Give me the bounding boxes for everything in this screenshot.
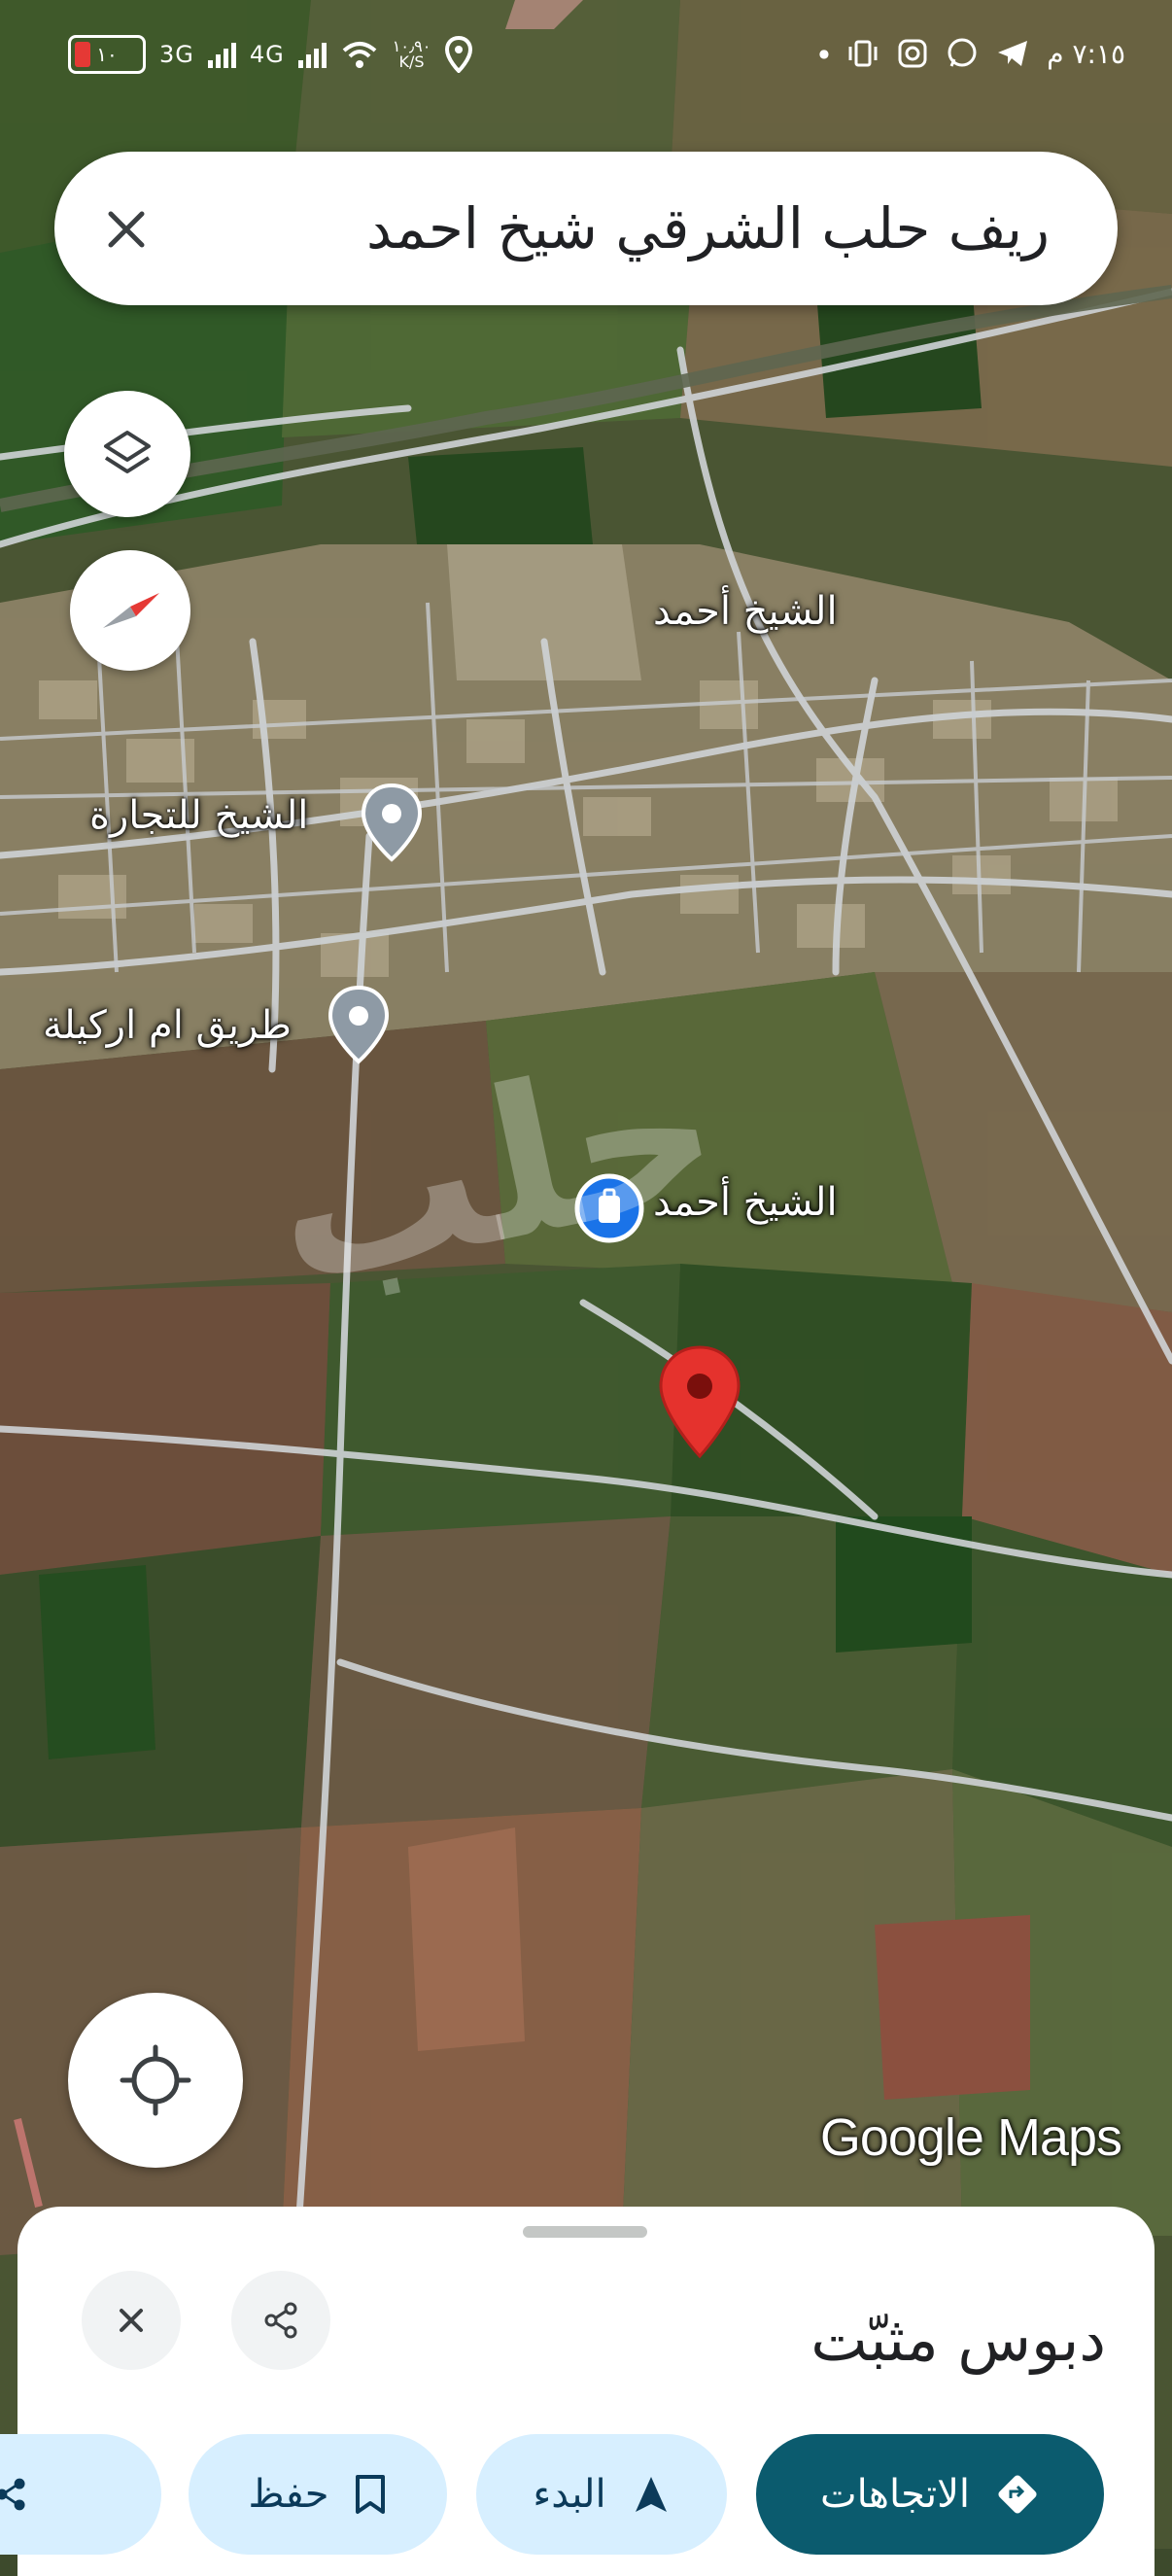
network-2-label: 4G — [249, 41, 285, 68]
map-label-road[interactable]: طريق ام اركيلة — [43, 1003, 292, 1048]
map-label-shop[interactable]: الشيخ للتجارة — [89, 793, 308, 838]
directions-icon — [998, 2475, 1037, 2514]
signal-1-icon — [207, 41, 236, 68]
signal-2-icon — [297, 41, 327, 68]
layers-icon — [104, 431, 151, 473]
close-sheet-button[interactable] — [82, 2271, 181, 2370]
whatsapp-icon — [948, 38, 977, 67]
compass-button[interactable] — [70, 550, 190, 671]
bookmark-icon — [356, 2475, 386, 2514]
clear-search-icon[interactable] — [97, 200, 155, 259]
battery-level: ١٠ — [96, 43, 118, 66]
google-maps-attribution: Google Maps — [819, 2108, 1122, 2167]
clock: ٧:١٥ م — [1047, 37, 1125, 70]
search-query[interactable]: ريف حلب الشرقي شيخ احمد — [366, 152, 1050, 305]
layers-button[interactable] — [64, 391, 190, 517]
share-sheet-button[interactable] — [231, 2271, 330, 2370]
start-label: البدء — [533, 2472, 606, 2517]
save-button[interactable]: حفظ — [189, 2434, 447, 2555]
sheet-drag-handle[interactable] — [523, 2226, 647, 2238]
location-status-icon — [445, 36, 473, 73]
poi-pin-shop-icon[interactable] — [358, 782, 426, 865]
map-label-town[interactable]: الشيخ أحمد — [653, 589, 838, 634]
navigation-arrow-icon — [635, 2477, 667, 2512]
status-right: ● ٧:١٥ م — [818, 37, 1125, 70]
search-bar[interactable]: ريف حلب الشرقي شيخ احمد — [54, 152, 1118, 305]
battery-icon: ١٠ — [68, 35, 146, 74]
data-speed: ١٠٫٩٠ K/S — [392, 37, 431, 71]
start-button[interactable]: البدء — [476, 2434, 727, 2555]
my-location-button[interactable] — [68, 1993, 243, 2168]
status-bar: ١٠ 3G 4G ١٠٫٩٠ K/S ● ٧:١٥ م — [0, 0, 1172, 126]
poi-pin-road-icon[interactable] — [325, 984, 393, 1067]
compass-icon — [103, 593, 159, 628]
directions-label: الاتجاهات — [820, 2472, 971, 2517]
close-icon — [120, 2309, 143, 2332]
share-chip-button[interactable]: م — [0, 2434, 161, 2555]
dropped-pin-icon[interactable] — [655, 1343, 744, 1460]
wifi-icon — [342, 42, 377, 68]
status-left: ١٠ 3G 4G ١٠٫٩٠ K/S — [68, 35, 473, 74]
telegram-icon — [998, 41, 1028, 66]
network-1-label: 3G — [159, 41, 194, 68]
sheet-title: دبوس مثبّت — [810, 2304, 1106, 2375]
instagram-icon — [898, 39, 927, 68]
share-chip-icon — [0, 2478, 25, 2511]
share-icon — [264, 2302, 297, 2339]
vibrate-icon — [848, 40, 878, 67]
directions-button[interactable]: الاتجاهات — [756, 2434, 1104, 2555]
save-label: حفظ — [248, 2472, 329, 2517]
my-location-icon — [120, 2044, 191, 2116]
